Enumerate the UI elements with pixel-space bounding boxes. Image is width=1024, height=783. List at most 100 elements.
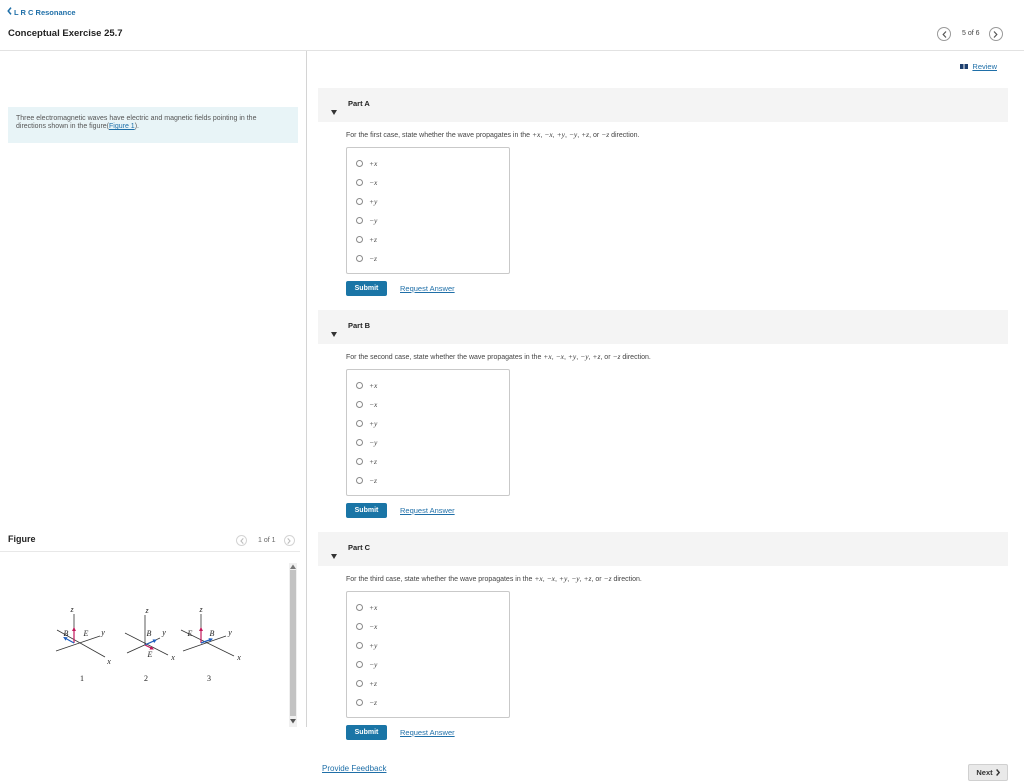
- radio-button[interactable]: [356, 623, 363, 630]
- radio-button[interactable]: [356, 179, 363, 186]
- scroll-down-arrow-icon[interactable]: [290, 719, 296, 724]
- x-axis-label: x: [170, 653, 175, 662]
- z-axis-label: z: [144, 606, 149, 615]
- submit-button[interactable]: Submit: [346, 503, 387, 518]
- option-label: +y: [369, 641, 378, 650]
- chevron-left-icon: [239, 537, 244, 544]
- radio-button[interactable]: [356, 382, 363, 389]
- option-item[interactable]: −y: [347, 433, 509, 452]
- panel-divider: [306, 51, 307, 727]
- e-field-label: E: [187, 629, 193, 638]
- previous-exercise-button[interactable]: [937, 27, 951, 41]
- radio-button[interactable]: [356, 458, 363, 465]
- figure-divider: [0, 551, 300, 552]
- next-button[interactable]: Next: [968, 764, 1008, 781]
- option-item[interactable]: +z: [347, 230, 509, 249]
- option-item[interactable]: +y: [347, 192, 509, 211]
- request-answer-link[interactable]: Request Answer: [400, 503, 455, 518]
- option-item[interactable]: −z: [347, 693, 509, 712]
- option-label: +z: [369, 235, 377, 244]
- previous-figure-button[interactable]: [236, 535, 247, 546]
- scrollbar-thumb[interactable]: [290, 570, 296, 716]
- part-header-toggle[interactable]: Part B: [318, 310, 1008, 344]
- option-item[interactable]: −y: [347, 211, 509, 230]
- y-axis-label: y: [161, 628, 166, 637]
- radio-button[interactable]: [356, 236, 363, 243]
- option-label: −z: [369, 476, 377, 485]
- math-direction: −z: [603, 574, 612, 583]
- math-direction: −y: [580, 352, 589, 361]
- x-axis-label: x: [106, 657, 111, 666]
- radio-button[interactable]: [356, 477, 363, 484]
- z-axis-label: z: [198, 605, 203, 614]
- question-text-segment: , or: [589, 132, 602, 139]
- math-direction: −x: [546, 574, 556, 583]
- math-direction: −y: [568, 130, 578, 139]
- y-axis: [55, 635, 101, 652]
- question-text-segment: For the third case, state whether the wa…: [346, 576, 535, 583]
- provide-feedback-link[interactable]: Provide Feedback: [322, 764, 386, 774]
- case-2-diagram: z B y E x 2: [124, 606, 175, 683]
- b-field-label: B: [147, 629, 152, 638]
- b-field-label: B: [210, 629, 215, 638]
- math-direction: +z: [581, 130, 590, 139]
- case-number: 1: [80, 674, 84, 683]
- option-item[interactable]: +y: [347, 636, 509, 655]
- option-item[interactable]: −x: [347, 173, 509, 192]
- part-header-toggle[interactable]: Part A: [318, 88, 1008, 122]
- problem-intro: Three electromagnetic waves have electri…: [8, 107, 298, 143]
- review-link[interactable]: Review: [972, 62, 997, 72]
- scroll-up-arrow-icon[interactable]: [290, 564, 296, 569]
- option-label: +y: [369, 419, 378, 428]
- option-item[interactable]: −y: [347, 655, 509, 674]
- back-link[interactable]: L R C Resonance: [7, 7, 76, 18]
- radio-button[interactable]: [356, 642, 363, 649]
- z-axis-label: z: [69, 605, 74, 614]
- request-answer-link[interactable]: Request Answer: [400, 725, 455, 740]
- radio-button[interactable]: [356, 420, 363, 427]
- next-exercise-button[interactable]: [988, 27, 1003, 41]
- caret-down-icon: [331, 324, 337, 337]
- request-answer-link[interactable]: Request Answer: [400, 281, 455, 296]
- part-header-toggle[interactable]: Part C: [318, 532, 1008, 566]
- submit-button[interactable]: Submit: [346, 725, 387, 740]
- radio-button[interactable]: [356, 680, 363, 687]
- chevron-right-icon: [287, 537, 291, 544]
- option-item[interactable]: +x: [347, 598, 509, 617]
- math-direction: +x: [534, 574, 543, 583]
- review-icon: [960, 62, 969, 72]
- figure-pager-text: 1 of 1: [258, 536, 276, 544]
- option-item[interactable]: +x: [347, 376, 509, 395]
- radio-button[interactable]: [356, 661, 363, 668]
- figure-link[interactable]: Figure 1: [109, 123, 135, 130]
- part-section: Part A For the first case, state whether …: [318, 88, 1008, 310]
- option-label: −y: [369, 438, 378, 447]
- radio-button[interactable]: [356, 217, 363, 224]
- next-figure-button[interactable]: [283, 535, 295, 546]
- math-direction: +y: [567, 352, 577, 361]
- option-item[interactable]: −x: [347, 395, 509, 414]
- radio-button[interactable]: [356, 160, 363, 167]
- submit-button[interactable]: Submit: [346, 281, 387, 296]
- option-item[interactable]: +y: [347, 414, 509, 433]
- option-item[interactable]: −x: [347, 617, 509, 636]
- option-item[interactable]: +z: [347, 674, 509, 693]
- math-direction: −x: [555, 352, 564, 361]
- radio-button[interactable]: [356, 255, 363, 262]
- y-axis-label: y: [227, 628, 232, 637]
- option-label: +y: [369, 197, 378, 206]
- radio-button[interactable]: [356, 198, 363, 205]
- back-link-label: L R C Resonance: [14, 7, 76, 17]
- radio-button[interactable]: [356, 699, 363, 706]
- option-item[interactable]: −z: [347, 471, 509, 490]
- figure-scrollbar[interactable]: [289, 563, 297, 727]
- option-item[interactable]: +z: [347, 452, 509, 471]
- radio-button[interactable]: [356, 604, 363, 611]
- option-item[interactable]: +x: [347, 154, 509, 173]
- caret-down-icon: [331, 102, 337, 115]
- option-item[interactable]: −z: [347, 249, 509, 268]
- radio-button[interactable]: [356, 439, 363, 446]
- radio-button[interactable]: [356, 401, 363, 408]
- figure-pager: 1 of 1: [236, 535, 295, 546]
- review-link-group[interactable]: Review: [960, 62, 997, 72]
